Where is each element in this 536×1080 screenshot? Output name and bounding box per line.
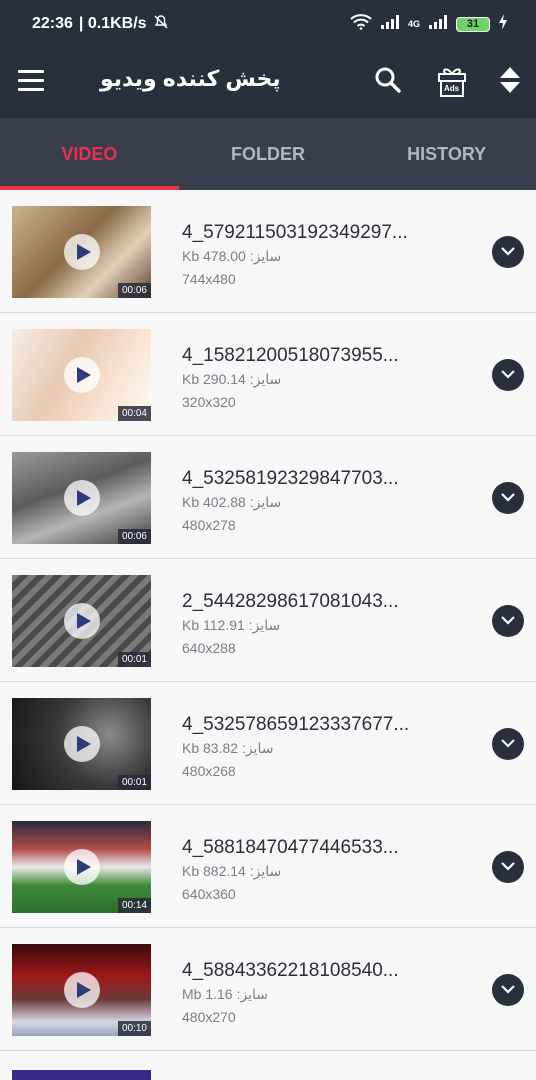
more-options-button[interactable]: [492, 728, 524, 760]
more-options-button[interactable]: [492, 359, 524, 391]
play-icon: [64, 234, 100, 270]
video-thumbnail[interactable]: 00:04: [12, 329, 151, 421]
video-duration: 00:01: [117, 652, 151, 667]
video-duration: 00:14: [117, 898, 151, 913]
video-resolution: 744x480: [182, 271, 236, 287]
video-size: Mb 1.16 :سایز: [182, 986, 268, 1002]
play-icon: [64, 480, 100, 516]
charging-icon: [498, 13, 508, 35]
wifi-icon: [350, 13, 372, 35]
video-resolution: 480x278: [182, 517, 236, 533]
video-list-item[interactable]: 00:10 4_58843362218108540... Mb 1.16 :سا…: [0, 928, 536, 1051]
battery-indicator: 31: [456, 16, 490, 32]
tab-bar: VIDEO FOLDER HISTORY: [0, 118, 536, 190]
more-options-button[interactable]: [492, 605, 524, 637]
video-thumbnail[interactable]: 00:14: [12, 821, 151, 913]
video-name: 4_579211503192349297...: [182, 222, 408, 243]
video-thumbnail[interactable]: 00:01: [12, 575, 151, 667]
video-thumbnail[interactable]: 00:06: [12, 452, 151, 544]
video-size: Kb 83.82 :سایز: [182, 740, 274, 756]
more-options-button[interactable]: [492, 851, 524, 883]
video-thumbnail[interactable]: 00:01: [12, 698, 151, 790]
video-duration: 00:04: [117, 406, 151, 421]
video-list-item[interactable]: 00:01 4_532578659123337677... Kb 83.82 :…: [0, 682, 536, 805]
video-list-item[interactable]: 00:01 2_54428298617081043... Kb 112.91 :…: [0, 559, 536, 682]
video-list-item[interactable]: 00:14 4_58818470477446533... Kb 882.14 :…: [0, 805, 536, 928]
signal-icon: [380, 14, 400, 35]
video-name: 4_15821200518073955...: [182, 345, 399, 366]
play-icon: [64, 726, 100, 762]
chevron-down-icon: [500, 612, 516, 630]
sort-button[interactable]: [492, 64, 528, 100]
chevron-down-icon: [500, 366, 516, 384]
video-name: 2_54428298617081043...: [182, 591, 399, 612]
mute-icon: [153, 14, 169, 35]
chevron-down-icon: [500, 981, 516, 999]
video-size: Kb 402.88 :سایز: [182, 494, 282, 510]
more-options-button[interactable]: [492, 482, 524, 514]
video-size: Kb 478.00 :سایز: [182, 248, 282, 264]
play-icon: [64, 357, 100, 393]
ads-label: Ads: [444, 84, 460, 93]
video-list-item[interactable]: 00:06 4_53258192329847703... Kb 402.88 :…: [0, 436, 536, 559]
video-resolution: 320x320: [182, 394, 236, 410]
menu-button[interactable]: [18, 70, 44, 96]
video-thumbnail[interactable]: 00:06: [12, 206, 151, 298]
chevron-down-icon: [500, 735, 516, 753]
play-icon: [64, 972, 100, 1008]
status-time: 22:36: [32, 15, 73, 32]
tab-history[interactable]: HISTORY: [357, 118, 536, 190]
more-options-button[interactable]: [492, 236, 524, 268]
video-duration: 00:10: [117, 1021, 151, 1036]
video-name: 4_58843362218108540...: [182, 960, 399, 981]
video-duration: 00:01: [117, 775, 151, 790]
status-bar: 22:36 | 0.1KB/s 4G 31: [0, 0, 536, 48]
video-list: 00:06 4_579211503192349297... Kb 478.00 …: [0, 190, 536, 1051]
video-resolution: 480x268: [182, 763, 236, 779]
video-list-item[interactable]: 00:06 4_579211503192349297... Kb 478.00 …: [0, 190, 536, 313]
sort-icon: [499, 66, 521, 99]
status-speed: | 0.1KB/s: [78, 15, 147, 32]
ads-gift-button[interactable]: Ads: [434, 64, 470, 100]
play-icon: [64, 849, 100, 885]
video-name: 4_532578659123337677...: [182, 714, 410, 735]
gift-icon: Ads: [437, 66, 467, 98]
video-resolution: 640x360: [182, 886, 236, 902]
chevron-down-icon: [500, 858, 516, 876]
video-resolution: 480x270: [182, 1009, 236, 1025]
video-list-item[interactable]: 00:04 4_15821200518073955... Kb 290.14 :…: [0, 313, 536, 436]
app-toolbar: پخش کننده ویدیو Ads: [0, 48, 536, 118]
video-name: 4_58818470477446533...: [182, 837, 399, 858]
search-button[interactable]: [370, 64, 406, 100]
video-resolution: 640x288: [182, 640, 236, 656]
video-duration: 00:06: [117, 283, 151, 298]
chevron-down-icon: [500, 243, 516, 261]
signal-icon-2: [428, 14, 448, 35]
video-thumbnail-partial[interactable]: [12, 1070, 151, 1080]
app-title: پخش کننده ویدیو: [100, 66, 281, 91]
video-size: Kb 112.91 :سایز: [182, 617, 281, 633]
video-thumbnail[interactable]: 00:10: [12, 944, 151, 1036]
signal-4g-label: 4G: [407, 19, 420, 29]
play-icon: [64, 603, 100, 639]
video-duration: 00:06: [117, 529, 151, 544]
more-options-button[interactable]: [492, 974, 524, 1006]
tab-video[interactable]: VIDEO: [0, 118, 179, 190]
video-size: Kb 290.14 :سایز: [182, 371, 282, 387]
video-name: 4_53258192329847703...: [182, 468, 399, 489]
video-size: Kb 882.14 :سایز: [182, 863, 282, 879]
search-icon: [374, 66, 402, 99]
chevron-down-icon: [500, 489, 516, 507]
tab-folder[interactable]: FOLDER: [179, 118, 358, 190]
